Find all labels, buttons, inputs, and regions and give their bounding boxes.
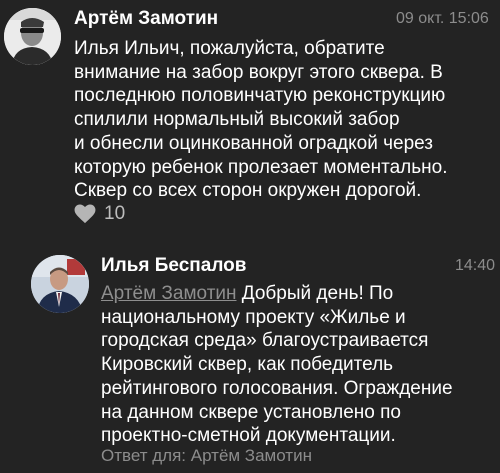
comment-text: Илья Ильич, пожалуйста, обратите внимани… — [74, 37, 448, 203]
comment-timestamp: 09 окт. 15:06 — [396, 10, 489, 27]
reply-line: Артём Замотин Добрый день! По — [101, 282, 453, 306]
reply-timestamp: 14:40 — [455, 257, 496, 274]
reply-author[interactable]: Илья Беспалов — [101, 255, 246, 277]
reply-line: на данном сквере установлено по — [101, 401, 401, 423]
avatar[interactable] — [4, 8, 61, 65]
like-button[interactable]: 10 — [74, 202, 125, 226]
user-photo-icon — [4, 8, 61, 65]
reply-line: рейтингового голосования. Ограждение — [101, 377, 453, 399]
comment-author[interactable]: Артём Замотин — [74, 8, 218, 30]
heart-icon — [74, 204, 96, 224]
user-photo-icon — [31, 255, 89, 313]
reply-text: Артём Замотин Добрый день! По национальн… — [101, 282, 453, 448]
reply-line-rest: Добрый день! По — [236, 283, 394, 304]
comment-line: последнюю половинчатую реконструкцию — [74, 85, 446, 107]
comment-line: которую ребенок пролезает моментально. — [74, 156, 448, 178]
comment-line: и обнесли оцинкованной оградкой через — [74, 132, 434, 154]
comment-line: Илья Ильич, пожалуйста, обратите — [74, 38, 385, 59]
likes-count: 10 — [104, 203, 126, 224]
reply-line: Кировский сквер, как победитель — [101, 354, 394, 376]
avatar[interactable] — [31, 255, 89, 313]
comment-line: Сквер со всех сторон окружен дорогой. — [74, 180, 422, 202]
comment-line: спилили нормальный высокий забор — [74, 109, 400, 131]
reply-line: национальному проекту «Жилье и — [101, 306, 406, 328]
reply-to-link[interactable]: Ответ для: Артём Замотин — [101, 446, 312, 466]
comment-line: внимание на забор вокруг этого сквера. В — [74, 61, 443, 83]
mention-link[interactable]: Артём Замотин — [101, 283, 237, 304]
reply-line: проектно-сметной документации. — [101, 425, 396, 447]
reply-line: городская среда» благоустраивается — [101, 330, 429, 352]
